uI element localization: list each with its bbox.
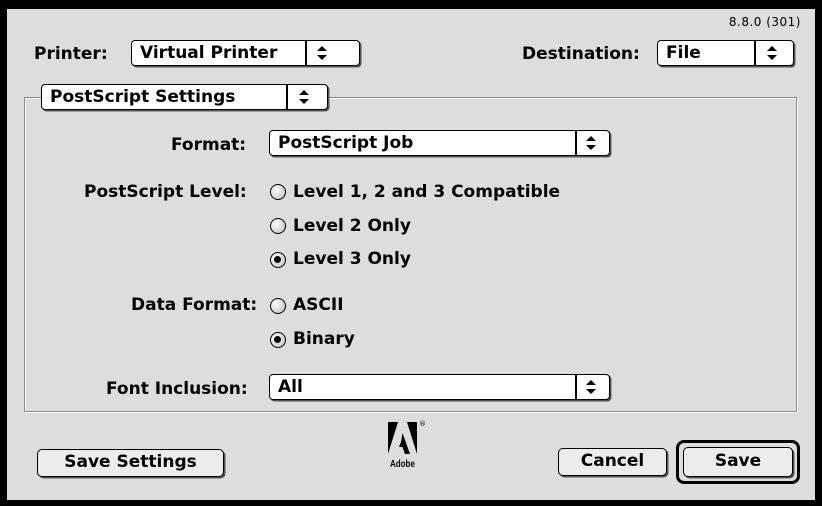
save-label: Save	[714, 451, 762, 471]
updown-arrows-icon	[586, 380, 596, 394]
postscript-level-label: PostScript Level:	[84, 182, 247, 202]
radio-binary[interactable]	[270, 332, 286, 348]
version-label: 8.8.0 (301)	[728, 15, 801, 29]
data-format-label: Data Format:	[131, 295, 258, 315]
popup-divider	[575, 131, 577, 155]
cancel-label: Cancel	[580, 451, 645, 471]
radio-level-2-only-label[interactable]: Level 2 Only	[293, 216, 411, 236]
updown-arrows-icon	[299, 90, 309, 104]
printer-label: Printer:	[34, 44, 108, 64]
destination-label: Destination:	[522, 44, 640, 64]
format-popup[interactable]: PostScript Job	[269, 130, 610, 156]
radio-binary-label[interactable]: Binary	[293, 329, 355, 349]
format-popup-value: PostScript Job	[278, 133, 414, 153]
popup-divider	[575, 375, 577, 399]
radio-level-2-only[interactable]	[270, 218, 286, 234]
adobe-logo-text: Adobe	[390, 459, 415, 470]
popup-divider	[754, 41, 756, 65]
radio-selected-dot	[274, 336, 281, 343]
save-settings-label: Save Settings	[64, 452, 197, 472]
destination-popup-value: File	[666, 43, 701, 63]
save-settings-button[interactable]: Save Settings	[37, 449, 224, 477]
printer-popup-value: Virtual Printer	[140, 43, 278, 63]
font-inclusion-label: Font Inclusion:	[106, 379, 248, 399]
radio-selected-dot	[274, 256, 281, 263]
updown-arrows-icon	[317, 46, 327, 60]
destination-popup[interactable]: File	[657, 40, 794, 66]
adobe-logo-icon	[388, 422, 417, 454]
printer-popup[interactable]: Virtual Printer	[131, 40, 360, 66]
panel-popup-value: PostScript Settings	[50, 87, 236, 107]
radio-level-3-only[interactable]	[270, 252, 286, 268]
format-label: Format:	[171, 135, 247, 155]
popup-divider	[286, 85, 288, 109]
radio-level-compatible-label[interactable]: Level 1, 2 and 3 Compatible	[293, 182, 560, 202]
panel-popup[interactable]: PostScript Settings	[41, 84, 328, 110]
updown-arrows-icon	[767, 46, 777, 60]
radio-level-compatible[interactable]	[270, 184, 286, 200]
font-inclusion-popup-value: All	[278, 377, 303, 397]
radio-ascii-label[interactable]: ASCII	[293, 295, 344, 315]
adobe-registered-mark: ®	[419, 420, 426, 428]
cancel-button[interactable]: Cancel	[558, 448, 667, 476]
radio-ascii[interactable]	[270, 298, 286, 314]
font-inclusion-popup[interactable]: All	[269, 374, 610, 400]
adobe-logo: ® Adobe	[386, 420, 426, 474]
radio-level-3-only-label[interactable]: Level 3 Only	[293, 249, 411, 269]
updown-arrows-icon	[586, 136, 596, 150]
save-button[interactable]: Save	[683, 447, 793, 477]
popup-divider	[305, 41, 307, 65]
print-dialog-window: 8.8.0 (301) Printer: Virtual Printer Des…	[7, 9, 815, 500]
